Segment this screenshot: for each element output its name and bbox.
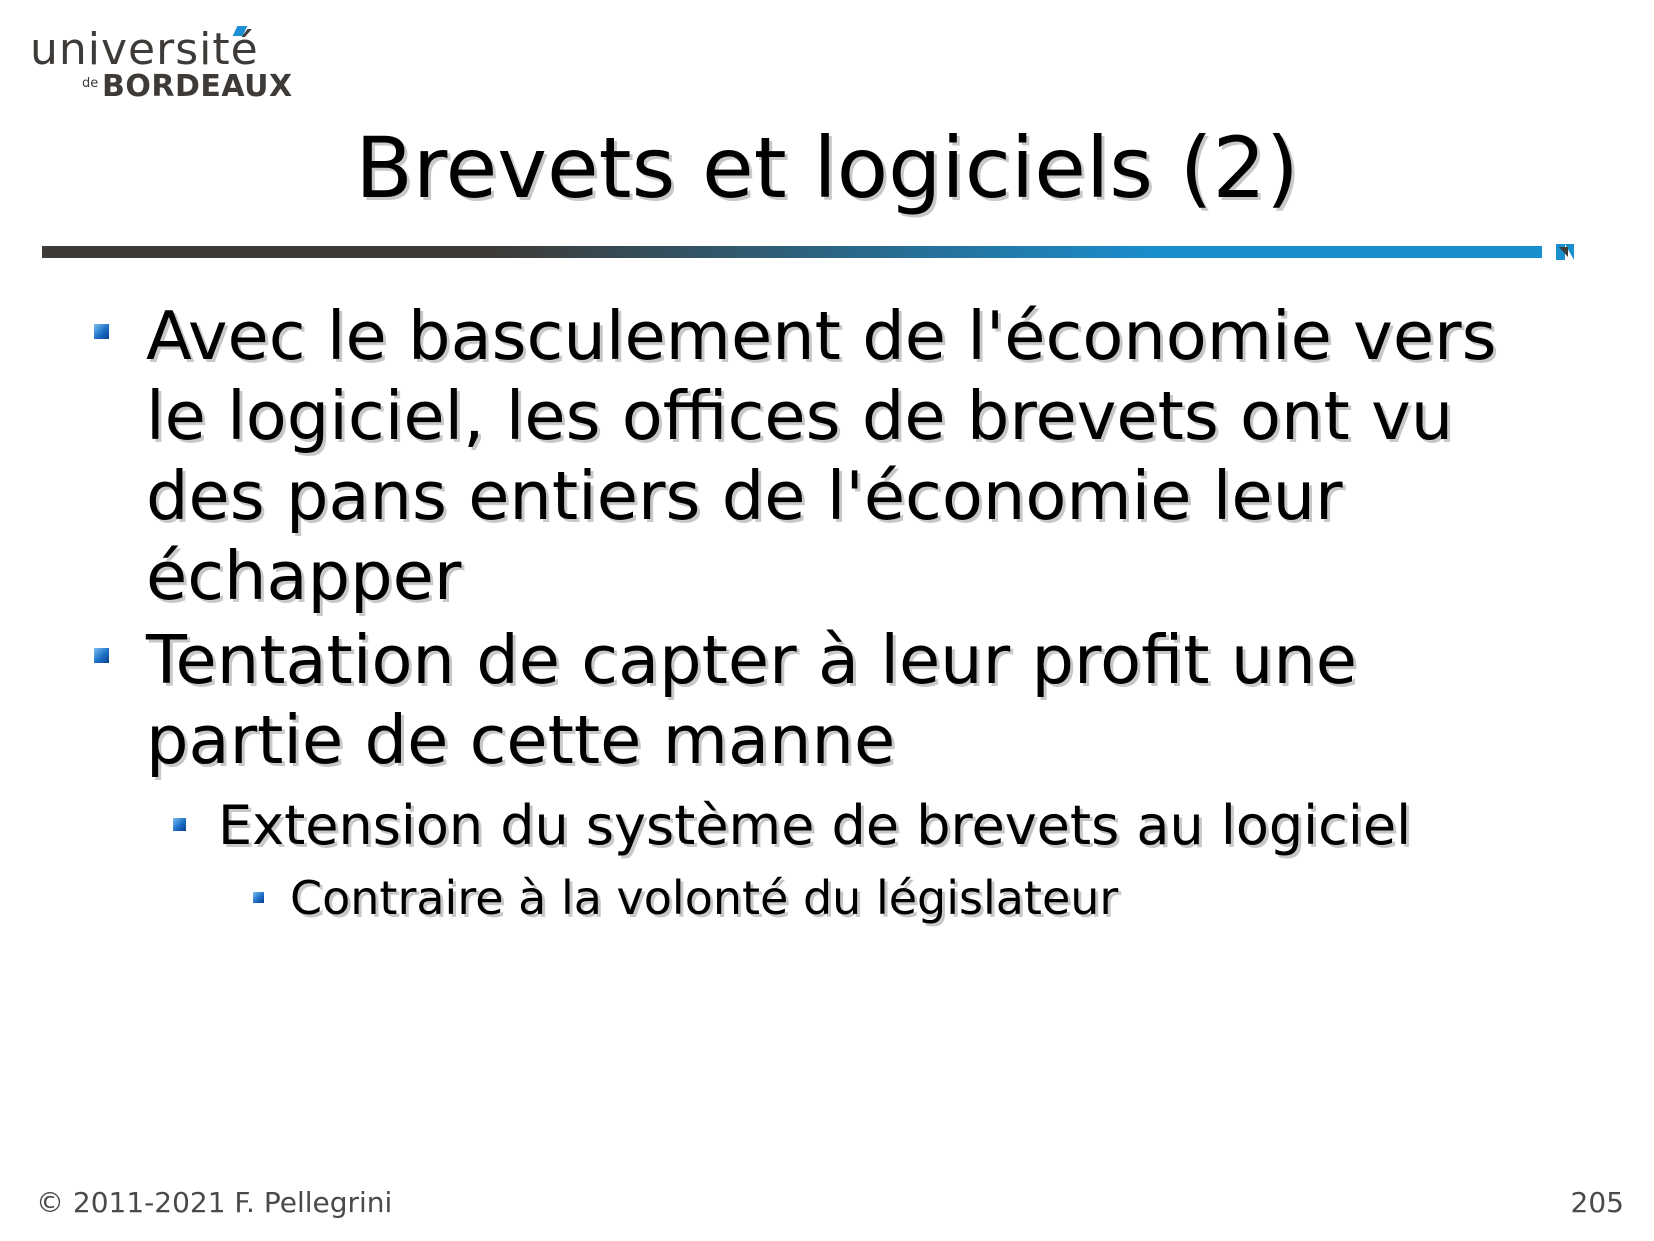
title-divider [42, 246, 1542, 258]
logo-universite-text: université [30, 24, 259, 75]
university-logo: université de BORDEAUX [30, 24, 292, 108]
sub-bullet-item: Extension du système de brevets au logic… [173, 794, 1568, 858]
footer-page-number: 205 [1570, 1186, 1624, 1219]
bullet-text: Contraire à la volonté du législateur [290, 871, 1119, 925]
bullet-icon [94, 648, 109, 663]
slide-title: Brevets et logiciels (2) [355, 119, 1299, 217]
bullet-icon [253, 892, 264, 903]
logo-de-text: de [82, 76, 99, 91]
sub-sub-bullet-item: Contraire à la volonté du législateur [253, 870, 1540, 926]
bullet-text: Tentation de capter à leur profit une pa… [146, 621, 1358, 779]
bullet-item-2: Tentation de capter à leur profit une pa… [94, 620, 1526, 780]
bullet-text: Extension du système de brevets au logic… [218, 794, 1412, 857]
bullet-item-1: Avec le basculement de l'économie vers l… [94, 296, 1526, 616]
bullet-text: Avec le basculement de l'économie vers l… [146, 297, 1497, 615]
logo-bordeaux-text: BORDEAUX [102, 69, 293, 104]
bullet-icon [94, 324, 109, 339]
bullet-icon [173, 818, 186, 831]
divider-end-icon [1556, 244, 1574, 260]
footer-copyright: © 2011-2021 F. Pellegrini [36, 1186, 393, 1219]
